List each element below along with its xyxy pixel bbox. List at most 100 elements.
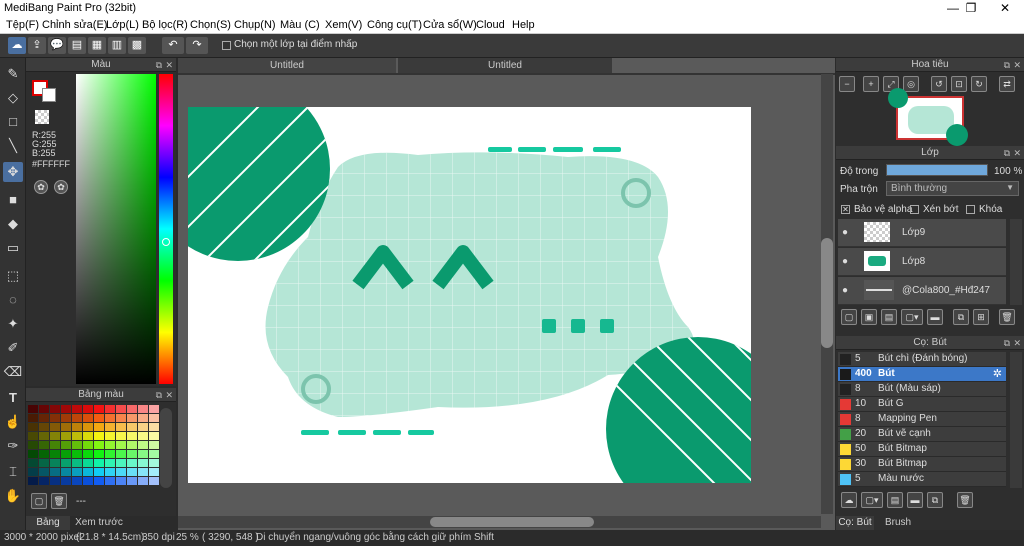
delete-layer-icon[interactable]: 🗑 <box>999 309 1015 325</box>
palette-swatch[interactable] <box>28 414 38 422</box>
dropper-tool-icon[interactable]: ✑ <box>3 436 23 456</box>
panel-close-icon[interactable]: ✕ <box>165 388 173 402</box>
menu-capture[interactable]: Chụp(N) <box>234 19 276 31</box>
comment-icon[interactable]: ▤ <box>68 37 86 54</box>
palette-swatch[interactable] <box>116 423 126 431</box>
protect-alpha-checkbox[interactable]: ✕ <box>841 205 850 214</box>
reset-view-icon[interactable]: ⊡ <box>951 76 967 92</box>
palette-swatch[interactable] <box>39 423 49 431</box>
palette-swatch[interactable] <box>50 405 60 413</box>
palette-swatch[interactable] <box>39 441 49 449</box>
palette-swatch[interactable] <box>127 405 137 413</box>
tab-brush-size[interactable]: Brush Size <box>876 516 920 542</box>
panel-popout-icon[interactable]: ⧉ <box>156 58 162 72</box>
close-button[interactable]: ✕ <box>990 0 1020 17</box>
brush-settings-icon[interactable]: ▤ <box>887 492 903 508</box>
palette-swatch[interactable] <box>105 459 115 467</box>
palette-swatch[interactable] <box>138 432 148 440</box>
document-icon[interactable]: ▦ <box>88 37 106 54</box>
palette-swatch[interactable] <box>116 459 126 467</box>
palette-swatch[interactable] <box>83 405 93 413</box>
palette-swatch[interactable] <box>83 468 93 476</box>
palette-swatch[interactable] <box>94 405 104 413</box>
palette-swatch[interactable] <box>149 423 159 431</box>
palette-swatch[interactable] <box>105 432 115 440</box>
palette-swatch[interactable] <box>72 423 82 431</box>
menu-view[interactable]: Xem(V) <box>325 19 362 31</box>
zoom-in-icon[interactable]: + <box>863 76 879 92</box>
menu-color[interactable]: Màu (C) <box>280 19 320 31</box>
gradient-tool-icon[interactable]: ▭ <box>3 238 23 258</box>
palette-swatch[interactable] <box>127 468 137 476</box>
rotate-right-icon[interactable]: ↻ <box>971 76 987 92</box>
new-halftone-layer-icon[interactable]: ▣ <box>861 309 877 325</box>
clip-checkbox[interactable] <box>910 205 919 214</box>
pen-tool-icon[interactable]: ✎ <box>3 64 23 84</box>
palette-swatch[interactable] <box>105 414 115 422</box>
menu-tools[interactable]: Công cụ(T) <box>367 19 422 31</box>
menu-edit[interactable]: Chỉnh sửa(E) <box>42 19 107 31</box>
hue-slider[interactable] <box>159 74 173 384</box>
share-icon[interactable]: ⇪ <box>28 37 46 54</box>
layout-icon[interactable]: ▥ <box>108 37 126 54</box>
palette-swatch[interactable] <box>39 405 49 413</box>
palette-swatch[interactable] <box>72 459 82 467</box>
palette-swatch[interactable] <box>72 441 82 449</box>
panel-popout-icon[interactable]: ⧉ <box>156 388 162 402</box>
flip-icon[interactable]: ⇄ <box>999 76 1015 92</box>
eyedropper-icon[interactable]: ⌶ <box>3 462 23 482</box>
panel-close-icon[interactable]: ✕ <box>1013 336 1021 350</box>
layer-item[interactable]: ● @Cola800_#Hđ247 <box>838 277 1006 305</box>
tab-palette[interactable]: Bảng màu <box>26 516 70 542</box>
move-tool-icon[interactable]: ✥ <box>3 162 23 182</box>
palette-swatch[interactable] <box>72 468 82 476</box>
palette-swatch[interactable] <box>149 441 159 449</box>
blend-mode-select[interactable]: Bình thường ▼ <box>886 181 1019 196</box>
palette-swatch[interactable] <box>138 468 148 476</box>
palette-swatch[interactable] <box>94 414 104 422</box>
panel-close-icon[interactable]: ✕ <box>1013 146 1021 160</box>
palette-swatch[interactable] <box>149 477 159 485</box>
palette-swatch[interactable] <box>61 459 71 467</box>
hand-tool-icon[interactable]: ✋ <box>3 486 23 506</box>
palette-swatch-grid[interactable] <box>28 405 159 489</box>
palette-swatch[interactable] <box>138 405 148 413</box>
palette-swatch[interactable] <box>72 414 82 422</box>
palette-swatch[interactable] <box>83 450 93 458</box>
palette-swatch[interactable] <box>105 441 115 449</box>
palette-swatch[interactable] <box>116 432 126 440</box>
palette-swatch[interactable] <box>127 459 137 467</box>
menu-select[interactable]: Chọn(S) <box>190 19 231 31</box>
palette-swatch[interactable] <box>116 441 126 449</box>
palette-swatch[interactable] <box>28 441 38 449</box>
palette-swatch[interactable] <box>138 477 148 485</box>
delete-palette-icon[interactable]: 🗑 <box>51 493 67 509</box>
palette-swatch[interactable] <box>61 477 71 485</box>
brush-folder-icon[interactable]: ▬ <box>907 492 923 508</box>
palette-swatch[interactable] <box>50 459 60 467</box>
duplicate-layer-icon[interactable]: ⧉ <box>953 309 969 325</box>
tab-brush[interactable]: Cọ: Bút <box>836 516 874 530</box>
eye-icon[interactable]: ● <box>842 227 848 238</box>
palette-swatch[interactable] <box>28 423 38 431</box>
brush-settings-gear-icon[interactable]: ✲ <box>993 367 1002 380</box>
palette-swatch[interactable] <box>94 432 104 440</box>
palette-swatch[interactable] <box>61 450 71 458</box>
lock-checkbox[interactable] <box>966 205 975 214</box>
fill-rect-tool-icon[interactable]: ■ <box>3 190 23 210</box>
panel-popout-icon[interactable]: ⧉ <box>1004 336 1010 350</box>
menu-layer[interactable]: Lớp(L) <box>106 19 139 31</box>
palette-swatch[interactable] <box>72 477 82 485</box>
palette-swatch[interactable] <box>28 405 38 413</box>
add-palette-icon[interactable]: ▢ <box>31 493 47 509</box>
drawing-canvas[interactable] <box>188 107 751 483</box>
document-tab-1[interactable]: Untitled <box>178 58 396 73</box>
merge-layer-icon[interactable]: ⊞ <box>973 309 989 325</box>
palette-swatch[interactable] <box>50 477 60 485</box>
palette-swatch[interactable] <box>127 477 137 485</box>
panel-close-icon[interactable]: ✕ <box>165 58 173 72</box>
brush-item[interactable]: 50 Bút Bitmap <box>838 442 1006 457</box>
text-tool-icon[interactable]: T <box>3 388 23 408</box>
palette-swatch[interactable] <box>28 477 38 485</box>
palette-swatch[interactable] <box>83 414 93 422</box>
